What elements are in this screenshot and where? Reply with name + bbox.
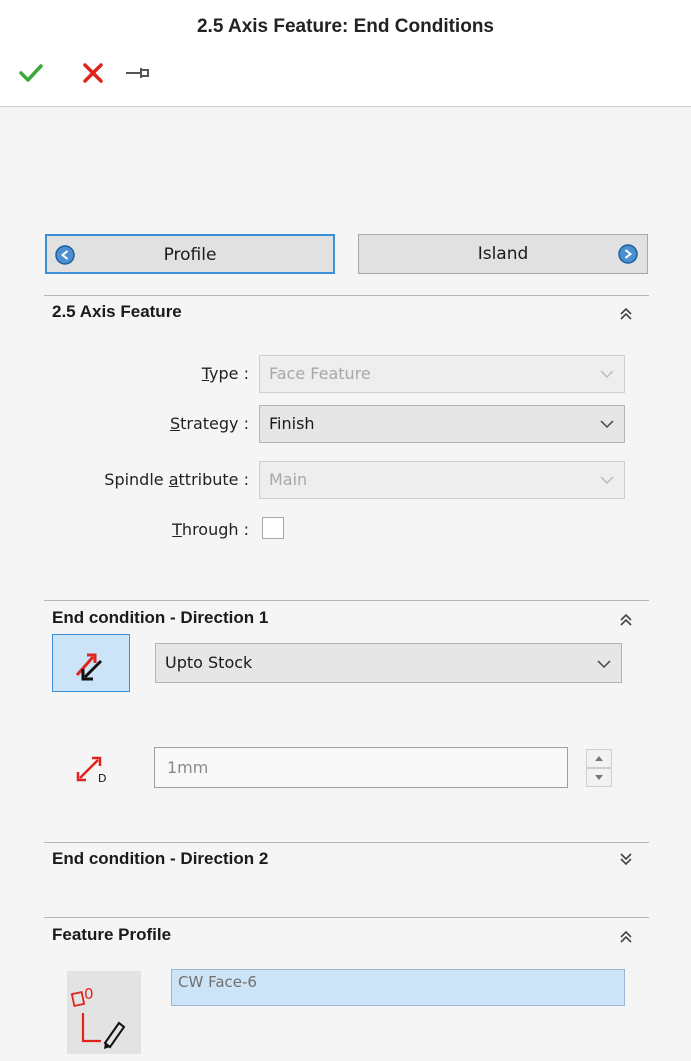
depth-value: 1mm — [167, 758, 209, 777]
direction1-section-title: End condition - Direction 1 — [52, 608, 269, 627]
pin-icon — [126, 68, 149, 78]
through-label: Through : — [172, 520, 249, 539]
strategy-label: Strategy : — [169, 414, 249, 433]
direction2-section-title: End condition - Direction 2 — [52, 849, 269, 868]
arrow-right-icon — [618, 244, 638, 264]
expand-down-icon[interactable] — [618, 851, 634, 867]
end-condition-value: Upto Stock — [165, 653, 253, 672]
spindle-attribute-label: Spindle attribute : — [104, 470, 249, 489]
spin-up-icon — [595, 756, 603, 761]
spindle-attribute-dropdown[interactable]: Main — [259, 461, 625, 499]
page-title: 2.5 Axis Feature: End Conditions — [196, 16, 494, 37]
chevron-down-icon — [597, 660, 611, 669]
reverse-direction-icon — [75, 653, 103, 681]
feature-profile-selection-box[interactable]: CW Face-6 — [171, 969, 625, 1006]
collapse-up-icon[interactable] — [618, 929, 634, 945]
section-divider — [44, 600, 649, 601]
type-value: Face Feature — [269, 364, 371, 383]
through-checkbox[interactable] — [262, 517, 284, 539]
feature-profile-value: CW Face-6 — [178, 973, 257, 991]
depth-input[interactable]: 1mm — [154, 747, 568, 788]
section-divider — [44, 842, 649, 843]
cancel-button[interactable] — [78, 58, 108, 88]
profile-nav-label: Profile — [163, 245, 217, 265]
spindle-attribute-value: Main — [269, 470, 308, 489]
spin-down-icon — [595, 775, 603, 780]
close-icon — [83, 63, 103, 83]
island-nav-label: Island — [477, 244, 529, 264]
spin-down-button[interactable] — [586, 768, 612, 787]
strategy-value: Finish — [269, 414, 315, 433]
end-condition-dropdown[interactable]: Upto Stock — [155, 643, 622, 683]
chevron-down-icon — [600, 476, 614, 485]
feature-profile-icon-button[interactable]: 0 — [67, 971, 141, 1054]
island-nav-button[interactable]: Island — [358, 234, 648, 274]
depth-icon: D — [76, 756, 106, 785]
svg-text:D: D — [98, 772, 106, 785]
axis-feature-section-title: 2.5 Axis Feature — [52, 302, 182, 321]
profile-nav-button[interactable]: Profile — [45, 234, 335, 274]
type-label: Type : — [201, 364, 249, 383]
feature-profile-section-title: Feature Profile — [52, 925, 172, 944]
sketch-profile-icon: 0 — [70, 985, 126, 1049]
collapse-up-icon[interactable] — [618, 306, 634, 322]
spin-up-button[interactable] — [586, 749, 612, 768]
chevron-down-icon — [600, 370, 614, 379]
ok-button[interactable] — [16, 58, 46, 88]
chevron-down-icon — [600, 420, 614, 429]
section-divider — [44, 295, 649, 296]
property-manager-header: 2.5 Axis Feature: End Conditions — [0, 0, 691, 107]
pin-button[interactable] — [122, 58, 152, 88]
check-icon — [19, 64, 43, 82]
reverse-direction-button[interactable] — [52, 634, 130, 692]
svg-text:0: 0 — [84, 985, 94, 1003]
type-dropdown[interactable]: Face Feature — [259, 355, 625, 393]
section-divider — [44, 917, 649, 918]
collapse-up-icon[interactable] — [618, 612, 634, 628]
strategy-dropdown[interactable]: Finish — [259, 405, 625, 443]
